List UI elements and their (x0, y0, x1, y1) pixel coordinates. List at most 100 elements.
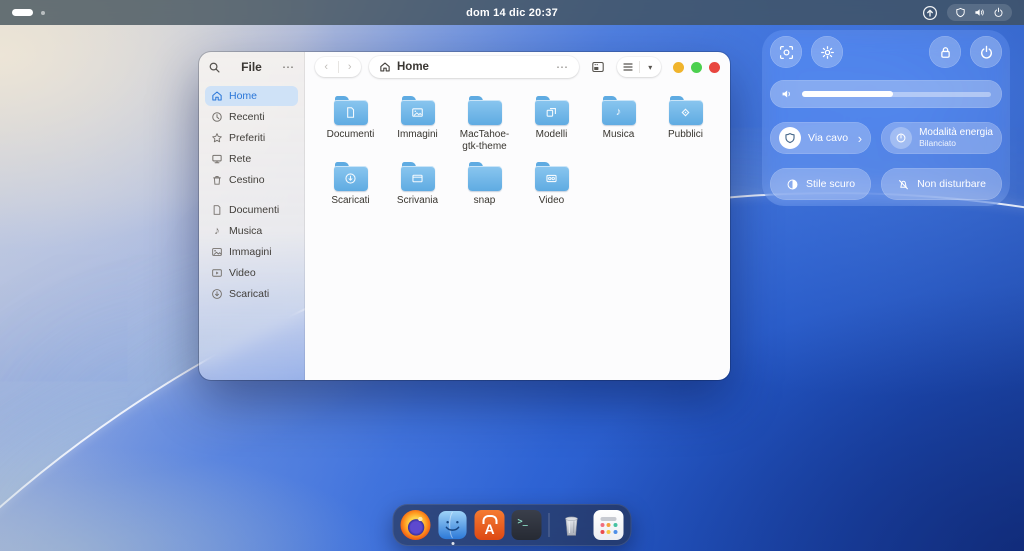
sidebar-item-music[interactable]: ♪ Musica (205, 221, 298, 241)
home-icon (380, 62, 390, 72)
downloads-icon (212, 289, 222, 299)
folder-icon (400, 162, 435, 191)
view-toggle: ▾ (617, 57, 661, 77)
app-center-icon[interactable]: A (474, 510, 505, 540)
folder-name: Scrivania (396, 195, 439, 206)
folder-name: MacTahoe-gtk-theme (459, 129, 510, 152)
folder-item-video[interactable]: Video (518, 160, 585, 222)
screenshot-button[interactable] (770, 36, 802, 68)
dock: A >_ (392, 504, 632, 546)
folder-item-pubblici[interactable]: Pubblici (652, 94, 719, 156)
sidebar-item-label: Rete (229, 153, 252, 165)
system-status-area[interactable] (947, 4, 1012, 21)
window-panel-icon (592, 61, 604, 73)
sidebar-item-videos[interactable]: Video (205, 263, 298, 283)
tile-power-mode[interactable]: Modalità energia Bilanciato (881, 122, 1002, 154)
public-emblem-icon (669, 100, 703, 125)
volume-slider[interactable] (802, 91, 991, 97)
folder-item-immagini[interactable]: Immagini (384, 94, 451, 156)
files-headerbar: ‹ › Home ⋯ ▾ (305, 52, 730, 82)
sidebar-item-pictures[interactable]: Immagini (205, 242, 298, 262)
folder-icon (467, 96, 502, 125)
sidebar-item-home[interactable]: Home (205, 86, 298, 106)
sidebar-item-documents[interactable]: Documenti (205, 200, 298, 220)
window-controls (673, 61, 720, 73)
folder-name: Modelli (535, 129, 568, 140)
documents-icon (213, 205, 221, 215)
document-emblem-icon (334, 100, 368, 125)
power-button[interactable] (970, 36, 1002, 68)
close-button[interactable] (709, 61, 720, 73)
folder-item-modelli[interactable]: Modelli (518, 94, 585, 156)
sidebar-item-network[interactable]: Rete (205, 149, 298, 169)
tile-dark-style[interactable]: Stile scuro (770, 168, 872, 200)
top-bar: dom 14 dic 20:37 (0, 0, 1024, 25)
tile-do-not-disturb[interactable]: Non disturbare (881, 168, 1002, 200)
path-bar[interactable]: Home ⋯ (369, 56, 579, 78)
forward-button[interactable]: › (339, 61, 362, 73)
chevron-right-icon[interactable]: › (858, 132, 862, 145)
maximize-button[interactable] (691, 61, 702, 73)
sidebar-item-downloads[interactable]: Scaricati (205, 284, 298, 304)
settings-button[interactable] (811, 36, 843, 68)
recent-icon (212, 112, 222, 122)
folder-icon (534, 162, 569, 191)
sidebar-separator (205, 191, 298, 200)
folder-name: snap (473, 195, 496, 206)
app-center-letter: A (484, 521, 495, 537)
folder-item-snap[interactable]: snap (451, 160, 518, 222)
folder-item-mactahoe[interactable]: MacTahoe-gtk-theme (451, 94, 518, 156)
firefox-icon[interactable] (400, 510, 431, 540)
folder-item-musica[interactable]: ♪ Musica (585, 94, 652, 156)
view-options-dropdown[interactable]: ▾ (640, 63, 662, 72)
power-icon (994, 7, 1003, 17)
back-button[interactable]: ‹ (315, 61, 338, 73)
tile-sublabel: Bilanciato (919, 137, 956, 148)
app-title: File (241, 60, 262, 74)
sidebar-item-recent[interactable]: Recenti (205, 107, 298, 127)
tile-label: Stile scuro (806, 178, 856, 190)
folder-icon (333, 96, 368, 125)
list-view-icon (623, 63, 633, 71)
dark-mode-icon (787, 179, 798, 189)
terminal-icon[interactable]: >_ (511, 510, 542, 540)
quick-settings-panel: Via cavo › Modalità energia Bilanciato S… (762, 30, 1010, 206)
sidebar-item-label: Documenti (229, 204, 280, 216)
path-menu-icon[interactable]: ⋯ (556, 60, 569, 74)
dock-separator (548, 513, 550, 537)
folder-icon (400, 96, 435, 125)
folder-name: Immagini (397, 129, 438, 140)
folder-icon (668, 96, 703, 125)
star-icon (212, 133, 222, 143)
minimize-button[interactable] (673, 61, 684, 73)
video-emblem-icon (535, 166, 569, 191)
app-grid-icon[interactable] (593, 510, 624, 540)
update-indicator-icon[interactable] (922, 5, 938, 21)
sidebar-item-starred[interactable]: Preferiti (205, 128, 298, 148)
sidebar-item-label: Preferiti (229, 132, 266, 144)
volume-icon (782, 90, 790, 98)
power-icon (980, 45, 992, 59)
folder-item-scrivania[interactable]: Scrivania (384, 160, 451, 222)
screenshot-icon (779, 45, 793, 59)
folder-icon (534, 96, 569, 125)
video-icon (212, 269, 222, 277)
lock-button[interactable] (929, 36, 961, 68)
folder-item-documenti[interactable]: Documenti (317, 94, 384, 156)
files-window: File ⋯ Home Recenti Preferiti Rete Cesti… (199, 52, 730, 380)
sidebar-item-label: Musica (229, 225, 263, 237)
tile-label: Non disturbare (917, 178, 986, 190)
folder-item-scaricati[interactable]: Scaricati (317, 160, 384, 222)
search-icon[interactable] (208, 61, 221, 74)
app-grid-bar (600, 516, 617, 521)
list-view-button[interactable] (617, 61, 639, 73)
files-icon[interactable] (438, 510, 468, 540)
clock[interactable]: dom 14 dic 20:37 (0, 7, 1024, 19)
split-view-button[interactable] (587, 57, 609, 77)
sidebar-menu-icon[interactable]: ⋯ (282, 61, 295, 73)
sidebar-item-trash[interactable]: Cestino (205, 170, 298, 190)
tile-wired-network[interactable]: Via cavo › (770, 122, 872, 154)
do-not-disturb-icon (899, 179, 909, 189)
trash-icon[interactable] (557, 510, 587, 540)
settings-gear-icon (820, 45, 834, 59)
